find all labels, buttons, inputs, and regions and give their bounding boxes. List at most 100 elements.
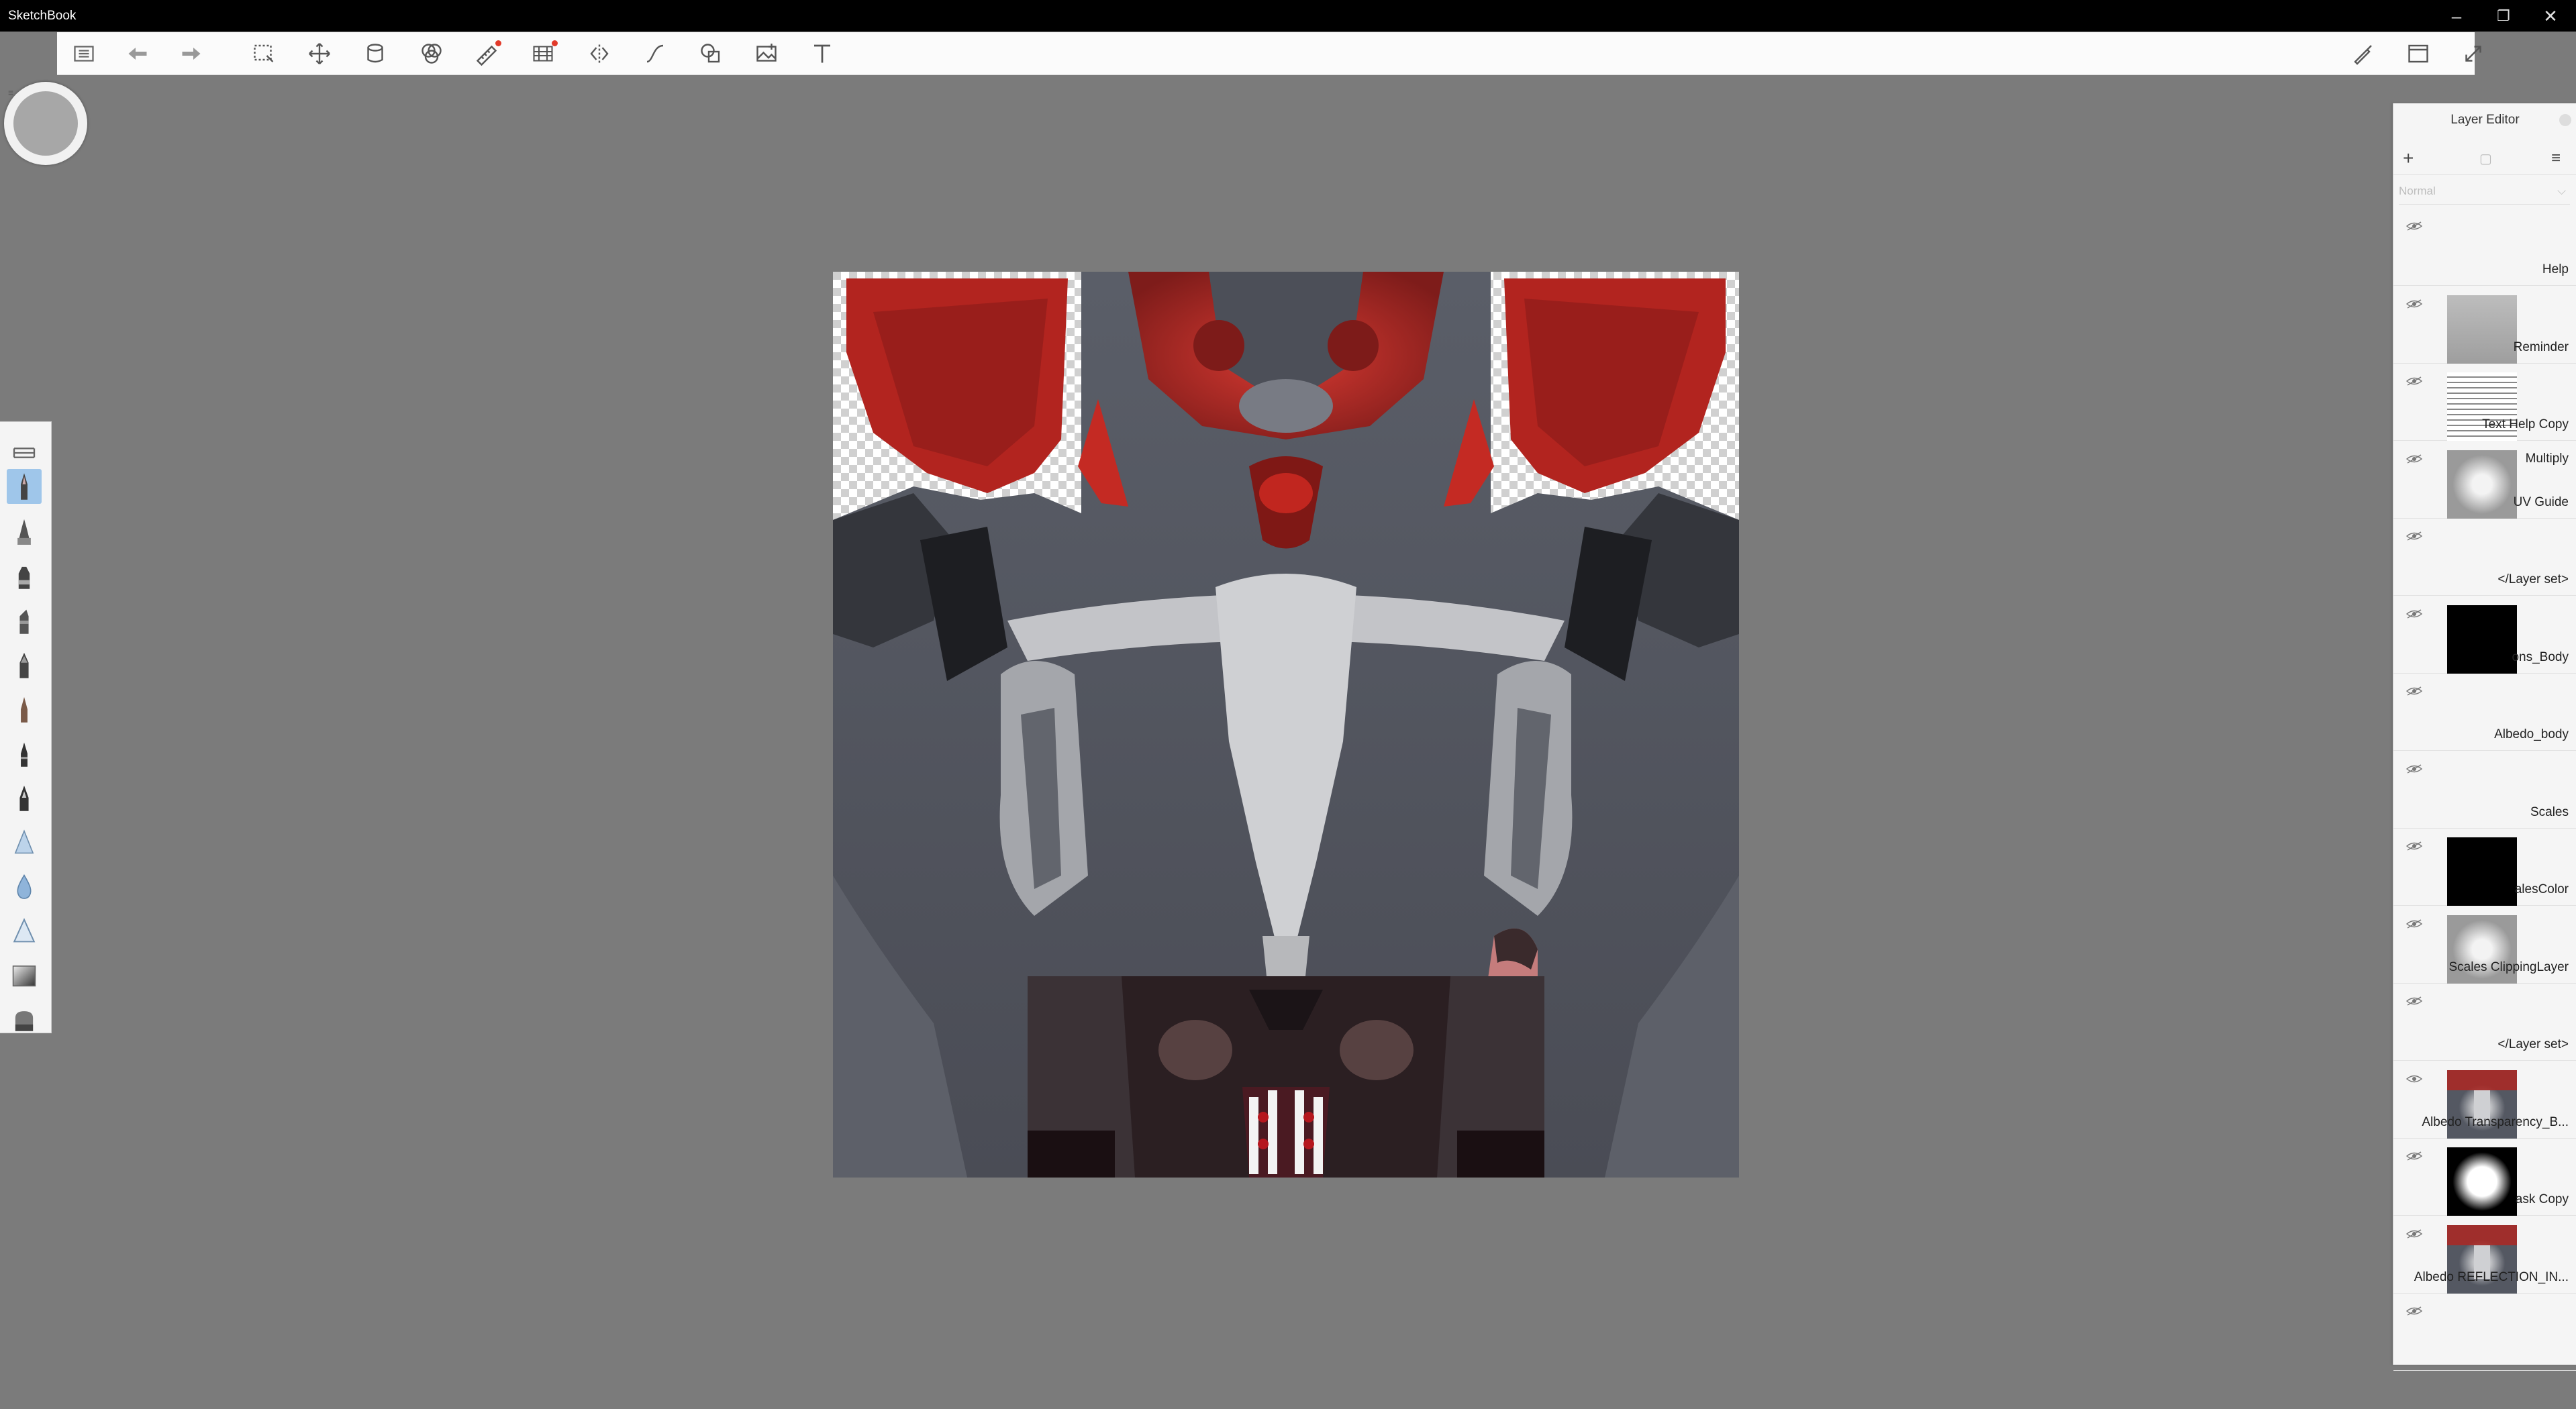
text-icon[interactable]: [810, 42, 834, 66]
layer-row[interactable]: alesColor: [2393, 828, 2576, 906]
main-toolbar: [57, 32, 2481, 75]
layer-thumbnail: [2447, 605, 2517, 674]
layer-editor-title: Layer Editor: [2450, 113, 2520, 127]
technical-pen-brush-icon[interactable]: [7, 736, 42, 771]
layer-thumbnail: [2447, 295, 2517, 364]
layer-row[interactable]: Albedo Transparency_B...: [2393, 1061, 2576, 1139]
stroke-icon[interactable]: [643, 42, 667, 66]
layer-row[interactable]: Albedo_body: [2393, 673, 2576, 751]
add-layer-icon[interactable]: +: [2403, 148, 2414, 169]
layer-row[interactable]: ask Copy: [2393, 1138, 2576, 1216]
layer-blend-label: Multiply: [2525, 451, 2569, 466]
library-icon[interactable]: [7, 435, 42, 470]
pen-brush-icon[interactable]: [7, 647, 42, 682]
triangle-brush-icon[interactable]: [7, 913, 42, 948]
layer-thumbnail: [2447, 837, 2517, 906]
layer-name: Help: [2542, 262, 2569, 276]
layer-name: Text Help Copy: [2482, 417, 2569, 431]
blend-mode-select[interactable]: Normal ⌵: [2399, 178, 2570, 205]
visibility-off-icon[interactable]: [2406, 996, 2423, 1006]
window-icon[interactable]: [2406, 42, 2430, 66]
image-icon[interactable]: [754, 42, 779, 66]
visibility-off-icon[interactable]: [2406, 299, 2423, 309]
visibility-off-icon[interactable]: [2406, 221, 2423, 231]
brush-edit-icon[interactable]: [2351, 42, 2375, 66]
layer-name: Scales: [2530, 804, 2569, 819]
layer-name: alesColor: [2514, 882, 2569, 896]
perspective-guide-icon[interactable]: [531, 40, 558, 66]
inking-brush-icon[interactable]: [7, 780, 42, 815]
layer-row[interactable]: Help: [2393, 208, 2576, 286]
pencil-brush-icon[interactable]: [7, 469, 42, 504]
puck-menu-icon[interactable]: ≡: [8, 87, 19, 98]
marker-brush-icon[interactable]: [7, 558, 42, 593]
layer-row[interactable]: [2393, 1293, 2576, 1371]
visibility-off-icon[interactable]: [2406, 1229, 2423, 1239]
title-bar: SketchBook – ❐ ✕: [0, 0, 2576, 32]
uv-texture-artwork: [833, 272, 1739, 1178]
restore-button[interactable]: ❐: [2483, 4, 2524, 28]
close-panel-icon[interactable]: [2559, 114, 2571, 126]
layer-row[interactable]: Albedo REFLECTION_IN...: [2393, 1216, 2576, 1294]
layers-list-icon[interactable]: [72, 42, 96, 66]
layer-name: ons_Body: [2512, 649, 2569, 664]
layer-row[interactable]: Reminder: [2393, 286, 2576, 364]
fullscreen-icon[interactable]: [2461, 42, 2485, 66]
ruler-icon[interactable]: [475, 40, 501, 66]
visibility-off-icon[interactable]: [2406, 764, 2423, 774]
layer-name: UV Guide: [2513, 494, 2569, 509]
visibility-off-icon[interactable]: [2406, 919, 2423, 929]
visibility-off-icon[interactable]: [2406, 1306, 2423, 1316]
visibility-off-icon[interactable]: [2406, 454, 2423, 464]
shapes-icon[interactable]: [699, 42, 723, 66]
undo-icon[interactable]: [126, 42, 150, 66]
minimize-button[interactable]: –: [2436, 4, 2477, 28]
layer-thumbnail: [2447, 1147, 2517, 1216]
redo-icon[interactable]: [179, 42, 203, 66]
chisel-brush-icon[interactable]: [7, 603, 42, 638]
layer-row[interactable]: Scales: [2393, 751, 2576, 829]
fine-pen-brush-icon[interactable]: [7, 692, 42, 727]
symmetry-icon[interactable]: [587, 42, 611, 66]
layer-row[interactable]: </Layer set>: [2393, 983, 2576, 1061]
visibility-off-icon[interactable]: [2406, 376, 2423, 386]
gradient-brush-icon[interactable]: [7, 957, 42, 992]
app-title: SketchBook: [8, 9, 77, 23]
layer-name: </Layer set>: [2497, 572, 2569, 586]
watercolor-brush-icon[interactable]: [7, 869, 42, 904]
transform-icon[interactable]: [307, 42, 332, 66]
close-button[interactable]: ✕: [2530, 4, 2571, 28]
layer-row[interactable]: Multiply UV Guide: [2393, 441, 2576, 519]
layer-name: Scales ClippingLayer: [2448, 959, 2569, 974]
layer-name: </Layer set>: [2497, 1037, 2569, 1051]
bucket-fill-icon[interactable]: [363, 42, 387, 66]
visibility-off-icon[interactable]: [2406, 609, 2423, 619]
layer-row[interactable]: </Layer set>: [2393, 518, 2576, 596]
layer-row[interactable]: Text Help Copy: [2393, 363, 2576, 441]
visibility-off-icon[interactable]: [2406, 841, 2423, 851]
layer-row[interactable]: ons_Body: [2393, 596, 2576, 674]
layer-editor-panel: Layer Editor + ▢ ≡ Normal ⌵ Help Reminder…: [2393, 103, 2576, 1371]
airbrush-icon[interactable]: [7, 825, 42, 859]
layer-tools: + ▢ ≡: [2393, 140, 2576, 175]
blend-mode-value: Normal: [2399, 185, 2436, 197]
current-color-swatch[interactable]: [13, 91, 78, 156]
color-editor-icon[interactable]: [419, 42, 444, 66]
layer-menu-icon[interactable]: ≡: [2551, 149, 2561, 168]
layer-name: Albedo_body: [2494, 727, 2569, 741]
layer-lock-icon[interactable]: ▢: [2479, 150, 2492, 167]
eraser-brush-icon[interactable]: [7, 1000, 42, 1035]
visibility-off-icon[interactable]: [2406, 1151, 2423, 1161]
visibility-off-icon[interactable]: [2406, 686, 2423, 696]
layer-thumbnail: [2447, 450, 2517, 519]
layer-name: Albedo Transparency_B...: [2422, 1114, 2569, 1129]
selection-icon[interactable]: [252, 42, 276, 66]
layer-name: Reminder: [2513, 340, 2569, 354]
ballpoint-brush-icon[interactable]: [7, 514, 42, 549]
drawing-canvas[interactable]: [833, 272, 1739, 1178]
layer-row[interactable]: Scales ClippingLayer: [2393, 906, 2576, 984]
visibility-off-icon[interactable]: [2406, 531, 2423, 541]
chevron-down-icon: ⌵: [2557, 185, 2566, 197]
visibility-on-icon[interactable]: [2406, 1074, 2423, 1084]
layer-name: ask Copy: [2515, 1192, 2569, 1206]
